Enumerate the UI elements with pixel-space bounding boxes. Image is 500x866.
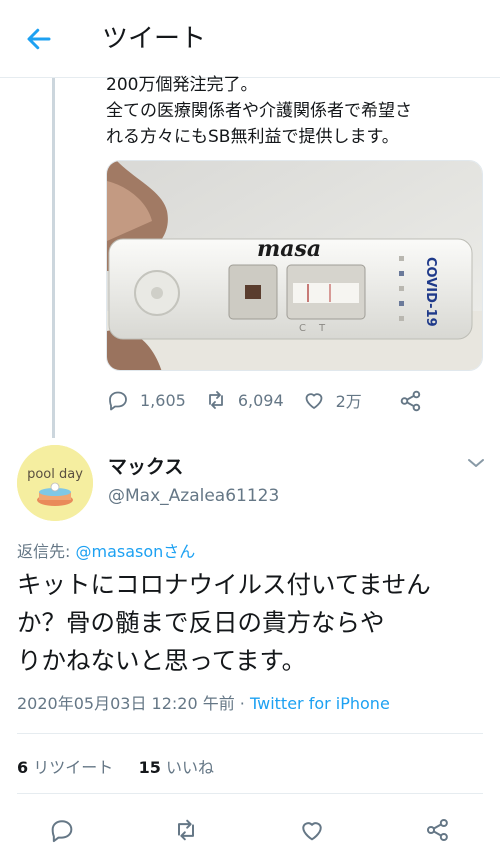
- test-label: T: [318, 323, 326, 334]
- author-handle[interactable]: @Max_Azalea61123: [108, 486, 279, 506]
- page-title: ツイート: [102, 24, 207, 54]
- reply-to-prefix: 返信先:: [17, 542, 76, 561]
- test-kit-image: C T masa COVID-19: [107, 161, 482, 370]
- thread-connector-line: [52, 78, 55, 438]
- reply-tweet-actions: [0, 808, 500, 852]
- like-action[interactable]: 2万: [302, 388, 362, 412]
- share-icon[interactable]: [398, 388, 424, 414]
- reply-tweet-text: キットにコロナウイルス付いてません か？骨の髄まで反日の貴方ならや りかねないと…: [17, 566, 487, 680]
- divider: [17, 793, 483, 794]
- avatar-image: pool day: [17, 445, 93, 521]
- handwritten-name: masa: [257, 236, 321, 262]
- reply-to-line: 返信先: @masasonさん: [17, 538, 195, 562]
- tweet-stats: 6 リツイート 15 いいね: [17, 754, 214, 778]
- reply-count: 1,605: [140, 390, 186, 410]
- author-name[interactable]: マックス: [108, 452, 183, 479]
- tweet-timestamp[interactable]: 2020年05月03日 12:20 午前 ·: [17, 694, 250, 713]
- like-icon: [305, 393, 323, 409]
- reply-icon: [109, 391, 127, 411]
- reply-tweet-line: りかねないと思ってます。: [17, 646, 307, 675]
- retweet-count: 6,094: [237, 390, 284, 410]
- covid-19-label: COVID-19: [423, 257, 438, 327]
- reply-icon[interactable]: [48, 816, 76, 844]
- retweet-total-label[interactable]: リツイート: [28, 758, 113, 777]
- reply-action[interactable]: 1,605: [106, 388, 186, 412]
- like-total[interactable]: 15: [139, 758, 161, 777]
- parent-tweet-text: 200万個発注完了。 全ての医療関係者や介護関係者で希望さ れる方々にもSB無利…: [106, 72, 491, 150]
- parent-tweet-actions: 1,605 6,094 2万: [106, 384, 380, 416]
- caret-down-icon[interactable]: [466, 456, 486, 470]
- avatar-logo-text: pool day: [27, 467, 83, 482]
- parent-tweet-line: 200万個発注完了。: [106, 75, 258, 95]
- back-arrow-icon[interactable]: [24, 24, 54, 54]
- tweet-source[interactable]: Twitter for iPhone: [250, 694, 390, 713]
- like-icon[interactable]: [298, 816, 326, 844]
- control-label: C: [299, 323, 306, 334]
- like-total-label[interactable]: いいね: [161, 758, 214, 777]
- avatar[interactable]: pool day: [17, 445, 93, 521]
- tweet-photo[interactable]: C T masa COVID-19: [106, 160, 483, 371]
- reply-tweet-line: キットにコロナウイルス付いてません: [17, 570, 431, 599]
- like-count: 2万: [335, 392, 362, 411]
- retweet-action[interactable]: 6,094: [204, 388, 284, 412]
- retweet-icon: [208, 391, 223, 409]
- top-bar: ツイート: [0, 0, 500, 78]
- tweet-meta: 2020年05月03日 12:20 午前 · Twitter for iPhon…: [17, 690, 390, 714]
- share-icon[interactable]: [424, 816, 452, 844]
- reply-to-mention[interactable]: @masasonさん: [75, 542, 195, 561]
- retweet-total[interactable]: 6: [17, 758, 28, 777]
- reply-tweet-line: か？骨の髄まで反日の貴方ならや: [17, 608, 385, 637]
- retweet-icon[interactable]: [172, 816, 200, 844]
- parent-tweet-line: れる方々にもSB無利益で提供します。: [106, 127, 399, 147]
- divider: [17, 733, 483, 734]
- parent-tweet-line: 全ての医療関係者や介護関係者で希望さ: [106, 101, 412, 121]
